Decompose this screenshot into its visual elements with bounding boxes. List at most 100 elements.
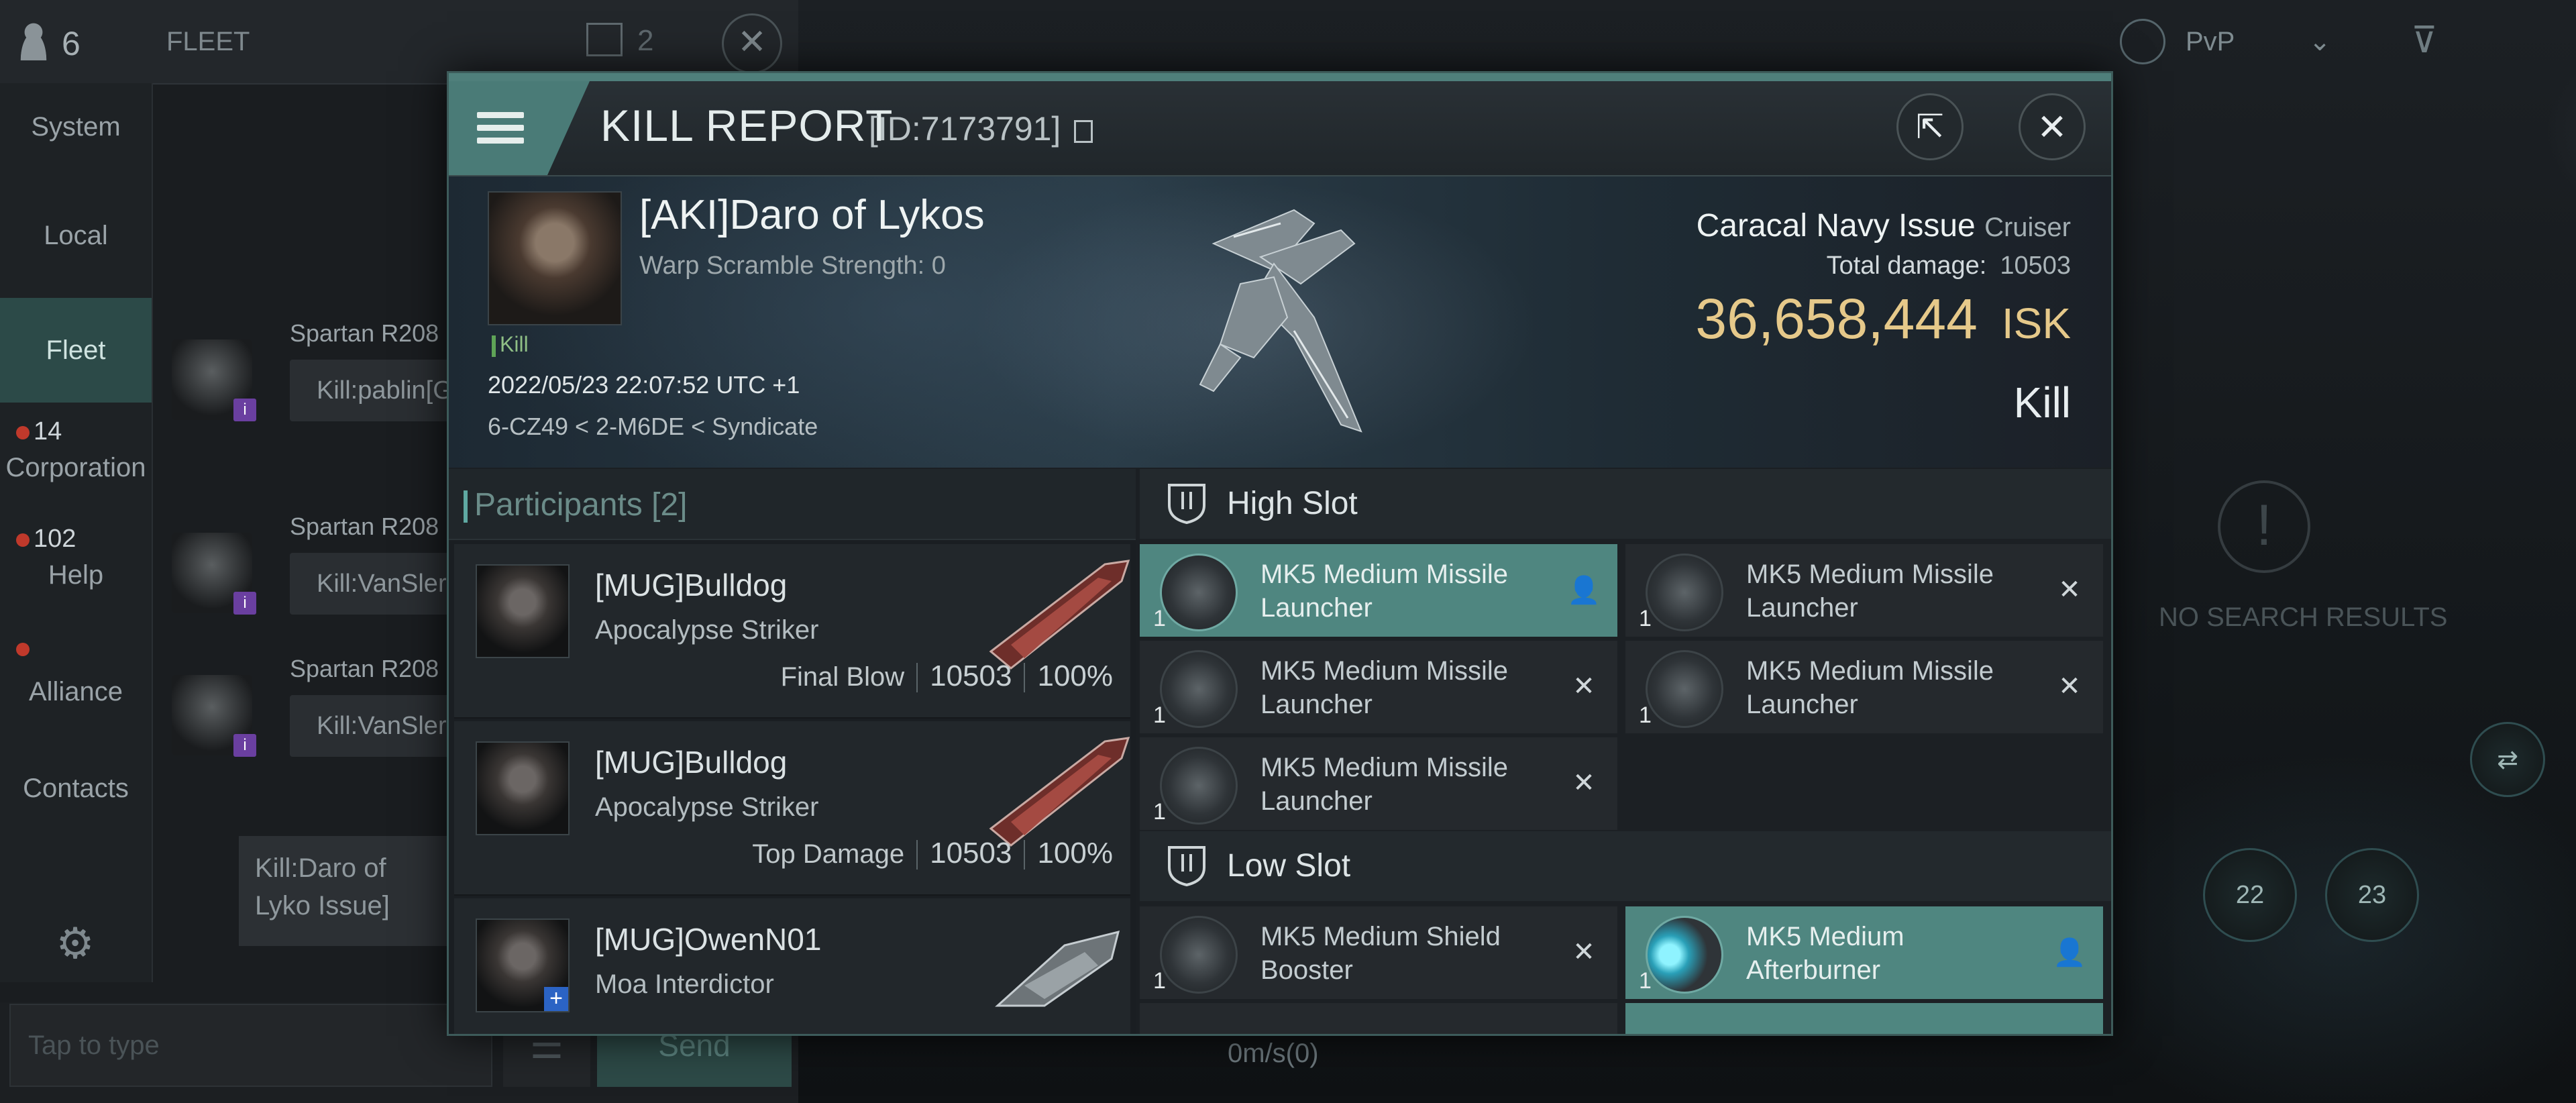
module-item[interactable]	[1140, 1003, 1617, 1034]
menu-button[interactable]	[449, 81, 590, 175]
no-results-icon: !	[2218, 480, 2310, 573]
module-name: MK5 Medium Shield Booster	[1260, 922, 1501, 985]
nav-help[interactable]: 102 Help	[0, 515, 152, 629]
moa-ship-icon	[995, 930, 1120, 1007]
unread-dot-icon	[16, 533, 30, 547]
victim-portrait[interactable]	[488, 191, 622, 325]
nav-system[interactable]: System	[0, 83, 152, 170]
unread-dot-icon	[16, 425, 30, 439]
participant-damage: 10503	[930, 837, 1012, 870]
destroyed-icon: ✕	[2058, 575, 2081, 605]
total-damage: Total damage: 10503	[1827, 252, 2071, 280]
nav-help-label: Help	[48, 560, 104, 590]
alliance-badge	[16, 633, 34, 664]
kill-id-text: [ID:7173791]	[869, 110, 1061, 148]
module-name: MK5 Medium Missile Launcher	[1746, 656, 1994, 719]
kill-location[interactable]: 6-CZ49 < 2-M6DE < Syndicate	[488, 413, 818, 441]
channel-title: FLEET	[166, 27, 250, 56]
isk-amount: 36,658,444	[1695, 287, 1978, 350]
nav-fleet[interactable]: Fleet	[0, 298, 152, 403]
share-button[interactable]: ⇱	[1896, 93, 1964, 160]
module-item[interactable]: 1 MK5 Medium Afterburner 👤	[1625, 906, 2103, 999]
nav-alliance[interactable]: Alliance	[0, 624, 152, 738]
missile-launcher-icon	[1160, 747, 1238, 825]
info-badge-icon: i	[233, 399, 256, 421]
module-item[interactable]: 1 MK5 Medium Missile Launcher ✕	[1625, 544, 2103, 637]
participant-row[interactable]: [MUG]Bulldog Apocalypse Striker Final Bl…	[454, 544, 1130, 719]
unread-count: 2	[637, 24, 654, 57]
missile-launcher-icon	[1160, 650, 1238, 728]
module-item[interactable]: 1 MK5 Medium Missile Launcher ✕	[1140, 737, 1617, 830]
module-quantity: 1	[1639, 702, 1652, 728]
nav-fleet-label: Fleet	[46, 335, 106, 365]
victim-name[interactable]: [AKI]Daro of Lykos	[639, 191, 985, 239]
plus-badge-icon: +	[544, 987, 568, 1011]
pilot-icon	[15, 20, 52, 60]
dropped-icon: 👤	[1567, 575, 1601, 605]
hud-slot-22[interactable]: 22	[2203, 848, 2297, 942]
participant-damage: 10503	[930, 660, 1012, 692]
chat-sender: Spartan R208	[290, 513, 439, 540]
corporation-badge: 14	[16, 417, 62, 446]
chat-input[interactable]: Tap to type	[9, 1004, 492, 1087]
missile-launcher-icon	[1160, 554, 1238, 631]
chat-close-icon[interactable]: ✕	[722, 13, 782, 74]
chat-channel-nav: System Local Fleet 14 Corporation 102 He…	[0, 83, 153, 982]
participants-panel: Participants [2] [MUG]Bulldog Apocalypse…	[449, 469, 1136, 1034]
nav-corporation[interactable]: 14 Corporation	[0, 408, 152, 522]
participants-header: Participants [2]	[449, 469, 1136, 540]
participants-count: [2]	[651, 487, 688, 523]
participant-percent: 100%	[1037, 660, 1113, 692]
nav-local-label: Local	[44, 220, 108, 250]
shield-booster-icon	[1160, 916, 1238, 994]
module-name: MK5 Medium Missile Launcher	[1260, 656, 1508, 719]
nav-contacts-label: Contacts	[23, 773, 129, 803]
module-item[interactable]	[1625, 1003, 2103, 1034]
nav-local[interactable]: Local	[0, 192, 152, 279]
module-item[interactable]: 1 MK5 Medium Missile Launcher ✕	[1140, 641, 1617, 733]
total-damage-label: Total damage:	[1826, 252, 1987, 280]
participant-stats: Final Blow 10503 100%	[781, 660, 1113, 693]
hud-slot-23[interactable]: 23	[2325, 848, 2419, 942]
pvp-filter[interactable]: PvP ⌄	[2120, 13, 2375, 70]
unread-icon[interactable]	[586, 23, 623, 56]
nav-system-label: System	[31, 111, 121, 142]
kill-result: Kill	[2013, 378, 2071, 427]
module-item[interactable]: 1 MK5 Medium Missile Launcher 👤	[1140, 544, 1617, 637]
swap-icon[interactable]: ⇄	[2470, 722, 2545, 797]
victim-ship[interactable]: Caracal Navy Issue Cruiser	[1697, 207, 2071, 244]
module-item[interactable]: 1 MK5 Medium Missile Launcher ✕	[1625, 641, 2103, 733]
participant-row[interactable]: + [MUG]OwenN01 Moa Interdictor	[454, 898, 1130, 1034]
missile-launcher-icon	[1646, 554, 1723, 631]
kill-preview-bubble[interactable]: Kill:Daro of Lyko Issue]	[239, 836, 453, 946]
nav-contacts[interactable]: Contacts	[0, 745, 152, 832]
kill-id[interactable]: [ID:7173791]	[869, 109, 1093, 148]
ship-name: Caracal Navy Issue	[1696, 208, 1976, 244]
kill-preview-text: Kill:Daro of Lyko Issue]	[255, 853, 390, 921]
copy-icon[interactable]	[1074, 119, 1093, 143]
warp-scramble-strength: Warp Scramble Strength: 0	[639, 252, 946, 280]
help-badge-count: 102	[34, 525, 76, 553]
info-badge-icon: i	[233, 592, 256, 615]
module-item[interactable]: 1 MK5 Medium Shield Booster ✕	[1140, 906, 1617, 999]
module-name: MK5 Medium Missile Launcher	[1260, 560, 1508, 623]
settings-gear-icon[interactable]: ⚙	[51, 919, 99, 967]
high-slot-icon	[1168, 484, 1205, 525]
participants-title: Participants [2]	[464, 486, 688, 523]
nav-corporation-label: Corporation	[5, 453, 146, 482]
close-icon: ✕	[2037, 107, 2068, 148]
participants-label: Participants	[474, 487, 643, 523]
help-badge: 102	[16, 525, 76, 554]
hud-slot-23-label: 23	[2357, 880, 2387, 909]
participant-name: [MUG]Bulldog	[595, 745, 788, 780]
participant-row[interactable]: [MUG]Bulldog Apocalypse Striker Top Dama…	[454, 721, 1130, 896]
destroyed-icon: ✕	[1572, 768, 1595, 798]
participant-portrait	[476, 741, 570, 835]
participant-ship: Apocalypse Striker	[595, 615, 819, 645]
close-button[interactable]: ✕	[2019, 93, 2086, 160]
module-name: MK5 Medium Missile Launcher	[1746, 560, 1994, 623]
filter-icon[interactable]: ⊽	[2411, 19, 2451, 60]
high-slot-title: High Slot	[1227, 486, 1358, 521]
low-slot-header: Low Slot	[1140, 831, 2111, 901]
kill-datetime: 2022/05/23 22:07:52 UTC +1	[488, 371, 800, 399]
